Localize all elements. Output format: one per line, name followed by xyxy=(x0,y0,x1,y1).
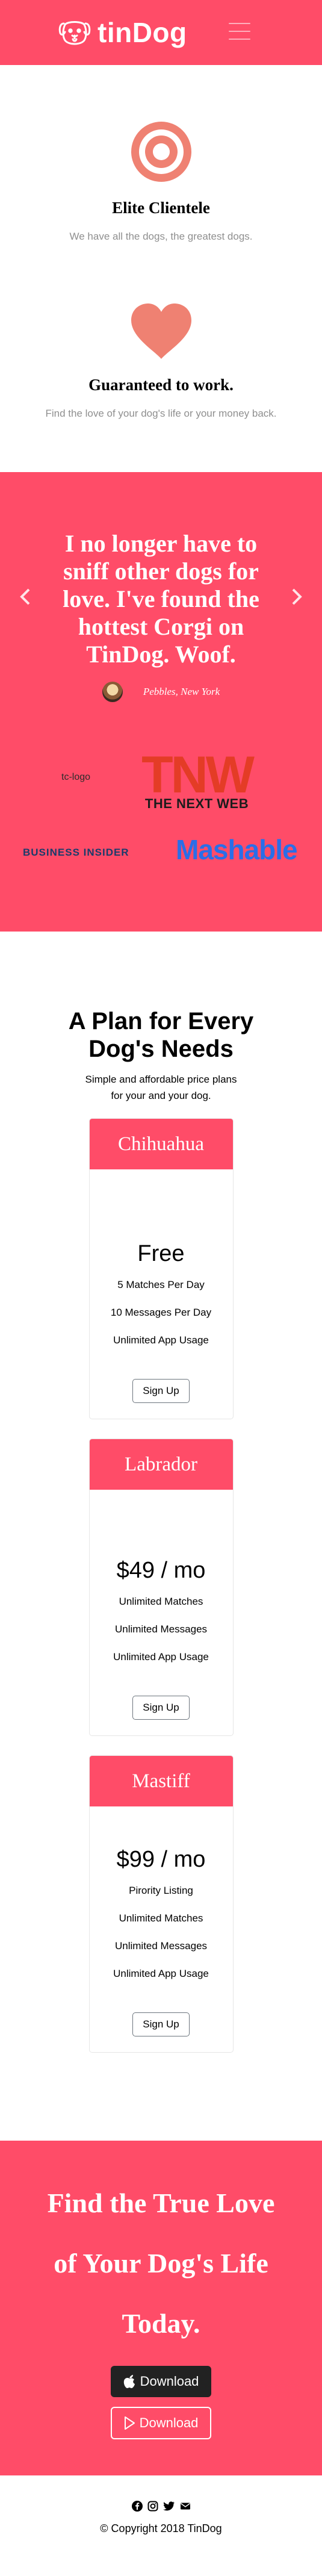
feature-item: Elite Clientele We have all the dogs, th… xyxy=(0,120,322,244)
avatar xyxy=(102,682,123,703)
envelope-icon[interactable] xyxy=(180,2501,191,2512)
plan-price: Free xyxy=(137,1241,185,1267)
download-play-label: Download xyxy=(139,2415,199,2431)
testimonial-author: Pebbles, New York xyxy=(143,686,220,698)
facebook-icon[interactable] xyxy=(131,2501,143,2512)
target-icon xyxy=(131,122,191,182)
plan-feature: Unlimited Messages xyxy=(114,1940,208,1952)
apple-icon xyxy=(123,2375,135,2389)
social-links xyxy=(0,2501,322,2512)
tnw-mark: TNW xyxy=(141,746,255,804)
press-row: BUSINESS INSIDER Mashable xyxy=(0,827,322,888)
pricing-title: A Plan for Every Dog's Needs xyxy=(68,1008,254,1063)
brand-name: tinDog xyxy=(98,17,187,48)
download-apple-button[interactable]: Download xyxy=(110,2366,212,2398)
plan-feature: Unlimited App Usage xyxy=(113,1651,209,1663)
feature-item: Guaranteed to work. Find the love of you… xyxy=(0,302,322,422)
plan-feature: Unlimited Messages xyxy=(114,1623,208,1635)
chevron-left-icon[interactable] xyxy=(14,579,36,615)
plan-body: $49 / mo Unlimited Matches Unlimited Mes… xyxy=(90,1490,233,1735)
feature-title: Guaranteed to work. xyxy=(88,376,234,394)
feature-text: Find the love of your dog's life or your… xyxy=(45,408,277,420)
features-section: Elite Clientele We have all the dogs, th… xyxy=(0,65,322,473)
plan-feature: Unlimited App Usage xyxy=(113,1968,209,1980)
heart-icon xyxy=(131,303,191,359)
dog-face-icon xyxy=(58,21,91,45)
plan-feature: Unlimited Matches xyxy=(119,1596,203,1608)
download-apple-label: Download xyxy=(140,2374,199,2389)
copyright: © Copyright 2018 TinDog xyxy=(100,2522,222,2535)
cta-section: Find the True Love of Your Dog's Life To… xyxy=(0,2141,322,2476)
testimonial-quote: I no longer have to sniff other dogs for… xyxy=(63,530,259,668)
plan-name: Labrador xyxy=(89,1439,233,1490)
plan-feature: Pirority Listing xyxy=(129,1885,193,1897)
navbar: tinDog xyxy=(0,0,322,65)
press-row: tc-logo TNW THE NEXT WEB xyxy=(0,749,322,821)
plan-name: Chihuahua xyxy=(89,1119,233,1170)
pricing-section: A Plan for Every Dog's Needs Simple and … xyxy=(0,932,322,2141)
hamburger-icon[interactable] xyxy=(229,23,250,40)
plan-price: $99 / mo xyxy=(116,1847,206,1873)
twitter-icon[interactable] xyxy=(163,2501,175,2512)
plan-feature: 10 Messages Per Day xyxy=(110,1307,212,1319)
google-play-icon xyxy=(124,2416,135,2430)
tnw-logo: TNW THE NEXT WEB xyxy=(134,749,260,812)
plan-feature: Unlimited Matches xyxy=(119,1912,203,1924)
pricing-card-mastiff: Mastiff $99 / mo Pirority Listing Unlimi… xyxy=(88,1755,234,2053)
testimonial-byline: Pebbles, New York xyxy=(0,682,322,703)
feature-text: We have all the dogs, the greatest dogs. xyxy=(69,231,253,242)
testimonials-section: I no longer have to sniff other dogs for… xyxy=(0,472,322,932)
pricing-card-chihuahua: Chihuahua Free 5 Matches Per Day 10 Mess… xyxy=(88,1118,234,1420)
pricing-subtitle: Simple and affordable price plans for yo… xyxy=(0,1071,322,1104)
footer: © Copyright 2018 TinDog xyxy=(0,2475,322,2548)
download-play-button[interactable]: Download xyxy=(110,2407,212,2440)
brand-link[interactable]: tinDog xyxy=(58,16,187,49)
business-insider-logo: BUSINESS INSIDER xyxy=(23,847,129,859)
plan-feature: 5 Matches Per Day xyxy=(117,1279,205,1291)
sign-up-button[interactable]: Sign Up xyxy=(132,1696,190,1720)
plan-feature: Unlimited App Usage xyxy=(113,1334,209,1346)
plan-price: $49 / mo xyxy=(116,1558,206,1584)
mashable-logo: Mashable xyxy=(176,834,298,866)
sign-up-button[interactable]: Sign Up xyxy=(132,1379,190,1404)
plan-body: $99 / mo Pirority Listing Unlimited Matc… xyxy=(90,1806,233,2052)
tc-logo: tc-logo xyxy=(61,772,91,783)
sign-up-button[interactable]: Sign Up xyxy=(132,2012,190,2037)
pricing-subtitle-text: Simple and affordable price plans for yo… xyxy=(85,1074,237,1102)
feature-title: Elite Clientele xyxy=(112,199,210,217)
chevron-right-icon[interactable] xyxy=(286,579,308,615)
plan-body: Free 5 Matches Per Day 10 Messages Per D… xyxy=(90,1169,233,1419)
instagram-icon[interactable] xyxy=(147,2501,158,2512)
pricing-card-labrador: Labrador $49 / mo Unlimited Matches Unli… xyxy=(88,1439,234,1737)
plan-name: Mastiff xyxy=(89,1756,233,1807)
cta-title: Find the True Love of Your Dog's Life To… xyxy=(47,2188,275,2339)
